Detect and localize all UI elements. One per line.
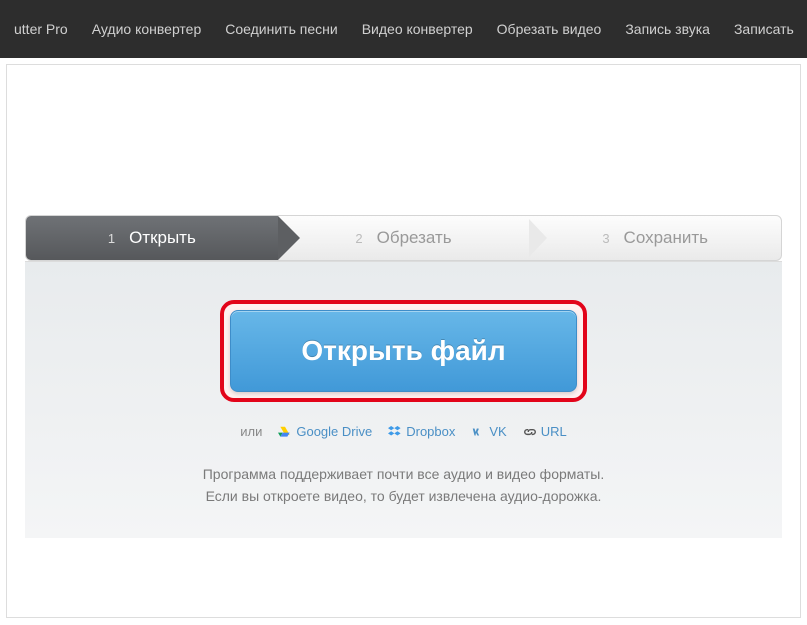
top-navigation: utter Pro Аудио конвертер Соединить песн… bbox=[0, 0, 807, 58]
link-icon bbox=[523, 425, 537, 439]
open-file-button[interactable]: Открыть файл bbox=[230, 310, 576, 392]
dropbox-icon bbox=[388, 425, 402, 439]
step-label: Обрезать bbox=[377, 228, 452, 248]
or-label: или bbox=[240, 424, 262, 439]
step-save[interactable]: 3 Сохранить bbox=[529, 216, 781, 260]
step-number: 3 bbox=[602, 231, 609, 246]
google-drive-icon bbox=[278, 425, 292, 439]
nav-item-record-audio[interactable]: Запись звука bbox=[625, 21, 710, 37]
highlight-annotation: Открыть файл bbox=[220, 300, 586, 402]
step-number: 2 bbox=[355, 231, 362, 246]
wizard-steps: 1 Открыть 2 Обрезать 3 Сохранить bbox=[25, 215, 782, 261]
alternative-sources: или Google Drive Dropbox VK URL bbox=[25, 424, 782, 439]
url-link[interactable]: URL bbox=[523, 424, 567, 439]
step-number: 1 bbox=[108, 231, 115, 246]
description-text: Программа поддерживает почти все аудио и… bbox=[25, 463, 782, 508]
nav-item-record[interactable]: Записать bbox=[734, 21, 794, 37]
nav-item-join-songs[interactable]: Соединить песни bbox=[225, 21, 337, 37]
step-cut[interactable]: 2 Обрезать bbox=[278, 216, 530, 260]
main-panel: Открыть файл или Google Drive Dropbox VK… bbox=[25, 261, 782, 538]
step-open[interactable]: 1 Открыть bbox=[26, 216, 278, 260]
content-frame: 1 Открыть 2 Обрезать 3 Сохранить Открыть… bbox=[6, 64, 801, 618]
desc-line-2: Если вы откроете видео, то будет извлече… bbox=[25, 485, 782, 507]
vk-icon bbox=[471, 425, 485, 439]
dropbox-link[interactable]: Dropbox bbox=[388, 424, 455, 439]
nav-item-cut-video[interactable]: Обрезать видео bbox=[497, 21, 602, 37]
nav-item-audio-converter[interactable]: Аудио конвертер bbox=[92, 21, 202, 37]
vk-link[interactable]: VK bbox=[471, 424, 506, 439]
step-label: Открыть bbox=[129, 228, 196, 248]
step-label: Сохранить bbox=[624, 228, 708, 248]
google-drive-link[interactable]: Google Drive bbox=[278, 424, 372, 439]
desc-line-1: Программа поддерживает почти все аудио и… bbox=[25, 463, 782, 485]
nav-item-cutter-pro[interactable]: utter Pro bbox=[14, 21, 68, 37]
nav-item-video-converter[interactable]: Видео конвертер bbox=[362, 21, 473, 37]
